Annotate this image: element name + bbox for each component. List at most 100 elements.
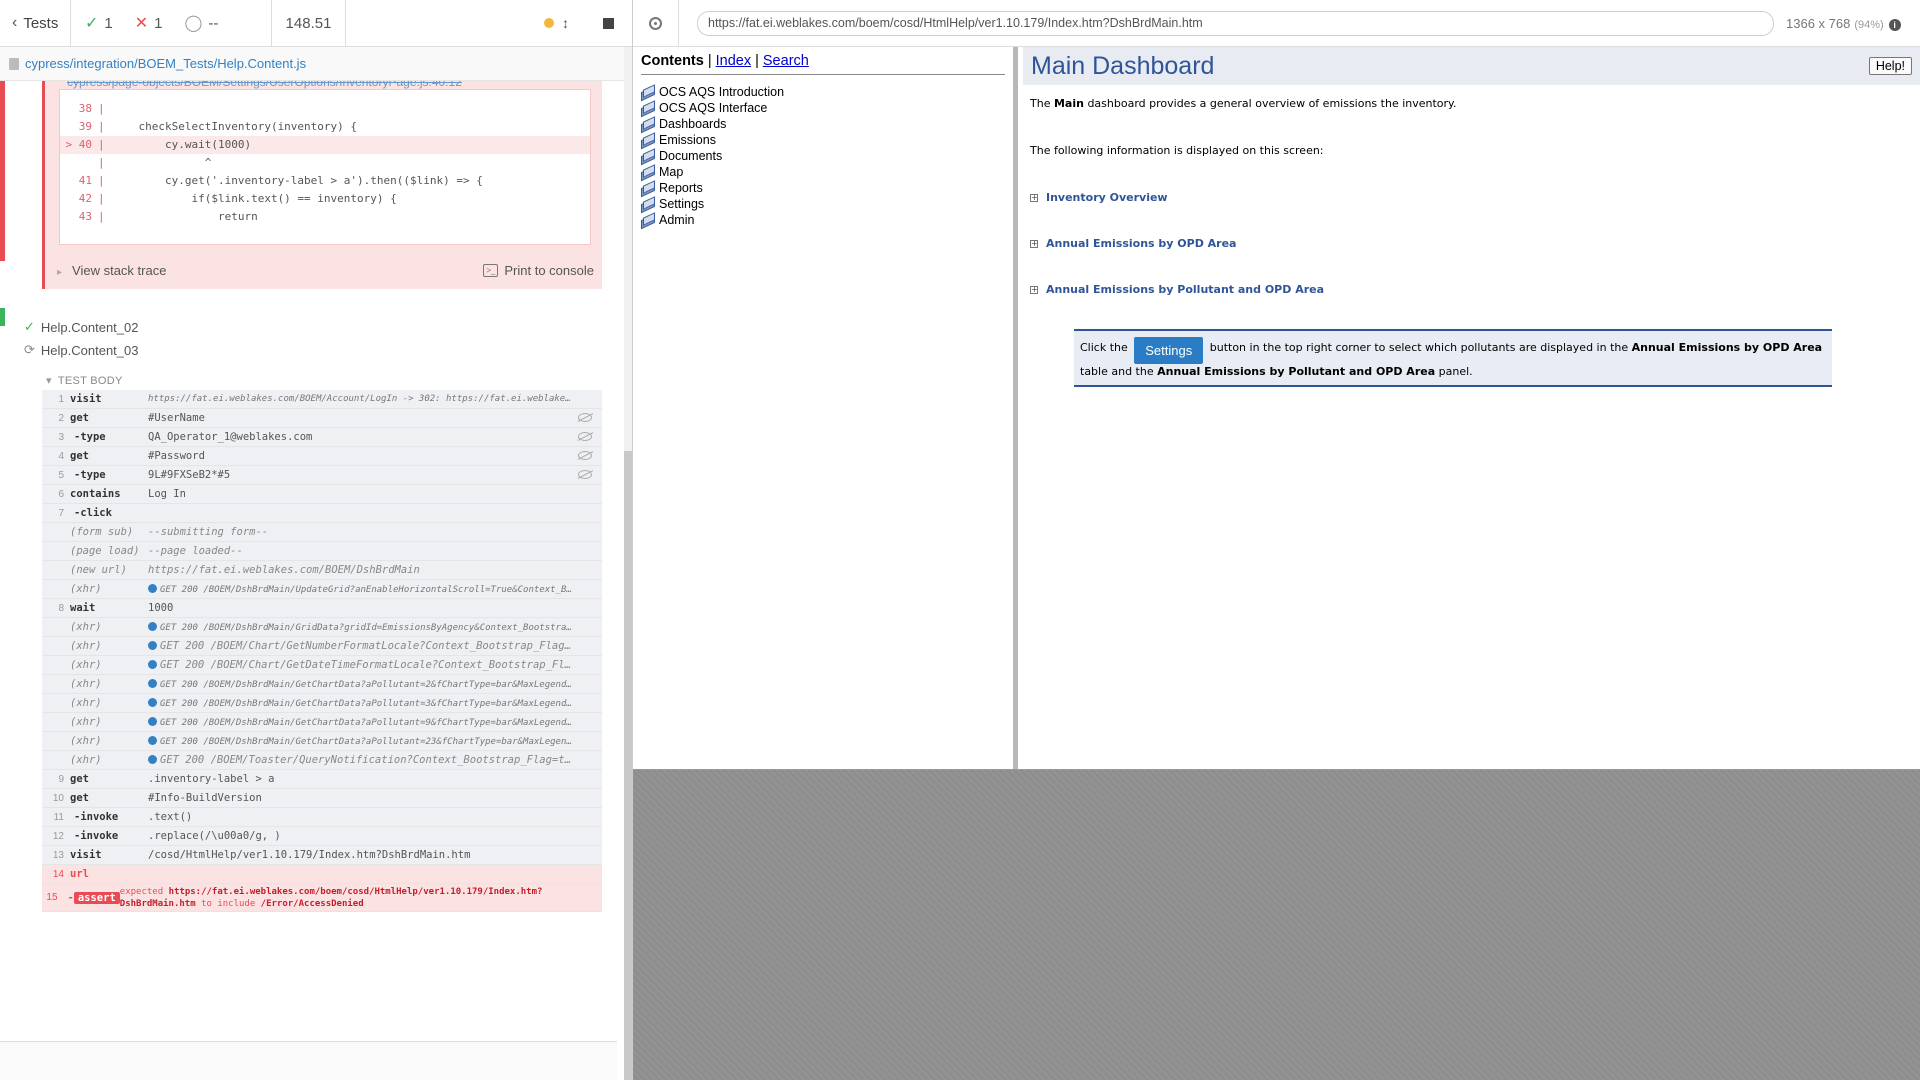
command-row[interactable]: (xhr) GET 200 /BOEM/DshBrdMain/GridData?g… [42, 618, 602, 637]
toc-item[interactable]: Reports [641, 180, 1005, 196]
toc-item[interactable]: Documents [641, 148, 1005, 164]
command-row[interactable]: (xhr) GET 200 /BOEM/Chart/GetNumberFormat… [42, 637, 602, 656]
separator: | [707, 53, 712, 69]
toc-item[interactable]: Dashboards [641, 116, 1005, 132]
toc-item[interactable]: OCS AQS Interface [641, 100, 1005, 116]
command-number: 13 [52, 849, 64, 861]
command-row[interactable]: (new url) https://fat.ei.weblakes.com/BOE… [42, 561, 602, 580]
tab-search[interactable]: Search [763, 53, 809, 69]
command-row[interactable]: 6 contains Log In [42, 485, 602, 504]
pending-circle-icon: ◯ [184, 15, 203, 32]
duration: 148.51 [272, 0, 346, 46]
command-row[interactable]: (xhr) GET 200 /BOEM/DshBrdMain/GetChartDa… [42, 694, 602, 713]
command-number: 3 [58, 431, 64, 443]
passed-stat[interactable]: ✓ 1 [85, 13, 113, 33]
section-title: Annual Emissions by OPD Area [1046, 237, 1237, 250]
stop-button[interactable] [603, 17, 614, 29]
eye-slash-icon [578, 470, 592, 479]
toc-item[interactable]: Emissions [641, 132, 1005, 148]
tests-button[interactable]: ‹ Tests [0, 0, 71, 46]
selector-playground-button[interactable] [633, 0, 679, 47]
expandable-section[interactable]: + Inventory Overview [1030, 191, 1913, 204]
print-to-console-button[interactable]: >_ Print to console [483, 263, 594, 278]
test-title: Help.Content_02 [40, 319, 139, 335]
error-actions: View stack trace >_ Print to console [57, 257, 594, 283]
test-body-label[interactable]: TEST BODY [46, 374, 123, 387]
command-row[interactable]: (xhr) GET 200 /BOEM/Toaster/QueryNotifica… [42, 751, 602, 770]
tab-index[interactable]: Index [716, 53, 751, 69]
command-row[interactable]: 12 -invoke .replace(/\u00a0/g, ) [42, 827, 602, 846]
command-message: .text() [148, 811, 602, 823]
toc-item[interactable]: OCS AQS Introduction [641, 84, 1005, 100]
x-icon: ✕ [134, 15, 149, 32]
toc-item[interactable]: Settings [641, 196, 1005, 212]
separator: | [755, 53, 759, 69]
viewport-scale: (94%) [1854, 18, 1884, 31]
command-row[interactable]: 13 visit/cosd/HtmlHelp/ver1.10.179/Index.… [42, 846, 602, 865]
command-row[interactable]: 3 -type QA_Operator_1@weblakes.com [42, 428, 602, 447]
command-message-text: GET 200 /BOEM/DshBrdMain/GetChartData?aP… [160, 717, 602, 728]
command-message-text: --page loaded-- [148, 545, 243, 557]
command-row[interactable]: 10 get #Info-BuildVersion [42, 789, 602, 808]
command-row[interactable]: (xhr) GET 200 /BOEM/Chart/GetDateTimeForm… [42, 656, 602, 675]
command-message-text: https://fat.ei.weblakes.com/BOEM/Account… [148, 394, 602, 404]
check-icon: ✓ [85, 15, 99, 32]
command-row[interactable]: 11 -invoke .text() [42, 808, 602, 827]
autoscroll-icon[interactable]: ↕ [562, 15, 569, 31]
command-row[interactable]: 8 wait 1000 [42, 599, 602, 618]
command-message: #UserName [148, 412, 602, 424]
command-message-text: GET 200 /BOEM/DshBrdMain/UpdateGrid?anEn… [160, 584, 602, 595]
command-row[interactable]: 14 url [42, 865, 602, 884]
command-row[interactable]: 5 -type 9L#9FXSeB2*#5 [42, 466, 602, 485]
command-name: -invoke [74, 811, 119, 823]
toc-item[interactable]: Map [641, 164, 1005, 180]
command-row[interactable]: (xhr) GET 200 /BOEM/DshBrdMain/GetChartDa… [42, 713, 602, 732]
page-title: Main Dashboard [1031, 51, 1215, 80]
command-message-text: GET 200 /BOEM/Chart/GetDateTimeFormatLoc… [160, 659, 602, 671]
test-item-help-content-02[interactable]: ✓ Help.Content_02 [24, 319, 138, 335]
gutter-bar: | [98, 102, 105, 115]
command-row[interactable]: (xhr) GET 200 /BOEM/DshBrdMain/GetChartDa… [42, 675, 602, 694]
command-message: --page loaded-- [148, 545, 602, 557]
assert-row[interactable]: 15- assert expected https://fat.ei.weblake… [42, 884, 602, 912]
failed-stat[interactable]: ✕ 1 [135, 13, 163, 33]
url-text: https://fat.ei.weblakes.com/boem/cosd/Ht… [708, 16, 1203, 30]
stats: ✓ 1 ✕ 1 ◯ -- [71, 0, 272, 46]
view-stack-trace-button[interactable]: View stack trace [57, 263, 166, 278]
section-title: Annual Emissions by Pollutant and OPD Ar… [1046, 283, 1325, 296]
command-number: 2 [58, 412, 64, 424]
code-frame: 38 | 39 | checkSelectInventory(inventory) {… [59, 89, 591, 245]
url-bar[interactable]: https://fat.ei.weblakes.com/boem/cosd/Ht… [697, 10, 1774, 36]
command-number: 10 [52, 792, 64, 804]
scrollbar-thumb[interactable] [624, 451, 632, 1080]
reporter-header: ‹ Tests ✓ 1 ✕ 1 ◯ -- 148.51 ↕ [0, 0, 632, 47]
command-message: 9L#9FXSeB2*#5 [148, 469, 602, 481]
command-row[interactable]: 2 get #UserName [42, 409, 602, 428]
command-name: (xhr) [70, 659, 102, 671]
spec-path[interactable]: cypress/integration/BOEM_Tests/Help.Cont… [25, 56, 306, 71]
test-item-help-content-03[interactable]: ⟳ Help.Content_03 [24, 342, 138, 358]
command-row[interactable]: 9 get .inventory-label > a [42, 770, 602, 789]
command-row[interactable]: 4 get #Password [42, 447, 602, 466]
pending-stat[interactable]: ◯ -- [185, 13, 219, 33]
tab-contents[interactable]: Contents [641, 53, 704, 69]
error-file-link[interactable]: cypress/page-objects/BOEM/Settings/UserO… [67, 81, 462, 89]
viewport-info[interactable]: 1366 x 768 (94%) i [1786, 16, 1901, 31]
code-line: | ^ [60, 154, 590, 172]
command-row[interactable]: (xhr) GET 200 /BOEM/DshBrdMain/GetChartDa… [42, 732, 602, 751]
help-button[interactable]: Help! [1868, 57, 1912, 75]
command-row[interactable]: (page load) --page loaded-- [42, 542, 602, 561]
code-line: 41 | cy.get('.inventory-label > a').then(… [60, 172, 590, 190]
command-row[interactable]: 7 -click [42, 504, 602, 523]
assert-mid: to include [201, 898, 256, 909]
app-under-test-panel: https://fat.ei.weblakes.com/boem/cosd/Ht… [633, 0, 1920, 1080]
toc-item[interactable]: Admin [641, 212, 1005, 228]
command-message-text: GET 200 /BOEM/Toaster/QueryNotification?… [160, 754, 584, 766]
expandable-section[interactable]: + Annual Emissions by OPD Area [1030, 237, 1913, 250]
expandable-section[interactable]: + Annual Emissions by Pollutant and OPD A… [1030, 283, 1913, 296]
command-row[interactable]: (xhr) GET 200 /BOEM/DshBrdMain/UpdateGrid… [42, 580, 602, 599]
command-row[interactable]: 1 visit https://fat.ei.weblakes.com/BOEM/A… [42, 390, 602, 409]
command-number: 12 [52, 830, 64, 842]
command-number: 9 [58, 773, 64, 785]
command-row[interactable]: (form sub) --submitting form-- [42, 523, 602, 542]
